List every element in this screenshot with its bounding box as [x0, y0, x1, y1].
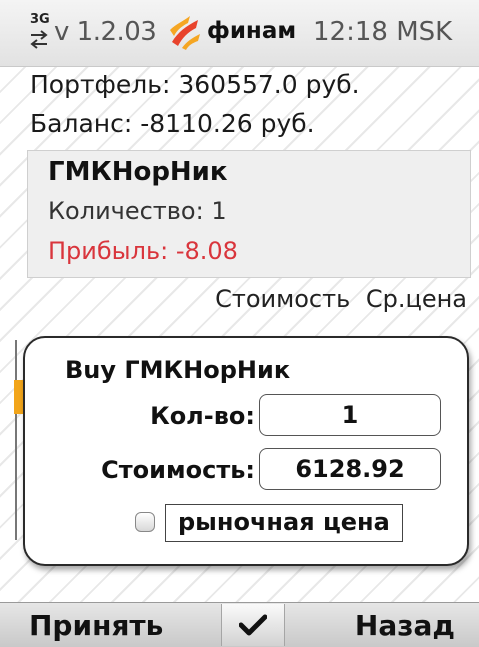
brand-name: финам — [207, 18, 297, 44]
column-headers: Стоимость Ср.цена — [215, 285, 467, 313]
checkmark-icon — [239, 614, 267, 636]
center-select-key[interactable] — [221, 604, 285, 646]
quantity-field[interactable]: 1 — [259, 394, 441, 436]
list-selection-marker — [14, 380, 23, 414]
clock: 12:18 MSK — [313, 17, 453, 47]
balance-value: Баланс: -8110.26 руб. — [30, 109, 315, 138]
column-avg-price: Ср.цена — [365, 285, 467, 313]
status-bar: 3G v 1.2.03 финам 12:18 MSK — [0, 0, 479, 67]
list-edge — [15, 340, 23, 540]
dialog-title: Buy ГМКНорНик — [65, 356, 291, 384]
cost-label: Стоимость: — [101, 456, 255, 484]
position-name: ГМКНорНик — [48, 157, 228, 187]
position-card[interactable]: ГМКНорНик Количество: 1 Прибыль: -8.08 — [27, 150, 471, 278]
network-type: 3G — [30, 12, 50, 27]
network-indicator: 3G — [30, 12, 52, 52]
finam-logo-icon — [170, 16, 200, 50]
market-price-checkbox[interactable] — [135, 512, 155, 532]
accept-softkey[interactable]: Принять — [29, 609, 163, 642]
quantity-label: Кол-во: — [150, 402, 255, 430]
portfolio-value: Портфель: 360557.0 руб. — [30, 70, 360, 99]
cost-field[interactable]: 6128.92 — [259, 448, 441, 490]
position-profit: Прибыль: -8.08 — [48, 237, 238, 265]
softkey-bar: Принять Назад — [0, 602, 479, 647]
market-price-label[interactable]: рыночная цена — [165, 504, 403, 542]
app-version: v 1.2.03 — [54, 17, 157, 47]
back-softkey[interactable]: Назад — [355, 609, 455, 642]
position-quantity: Количество: 1 — [48, 197, 227, 225]
column-cost: Стоимость — [215, 285, 351, 313]
buy-order-dialog: Buy ГМКНорНик Кол-во: 1 Стоимость: 6128.… — [23, 336, 469, 566]
data-transfer-icon — [30, 30, 48, 49]
